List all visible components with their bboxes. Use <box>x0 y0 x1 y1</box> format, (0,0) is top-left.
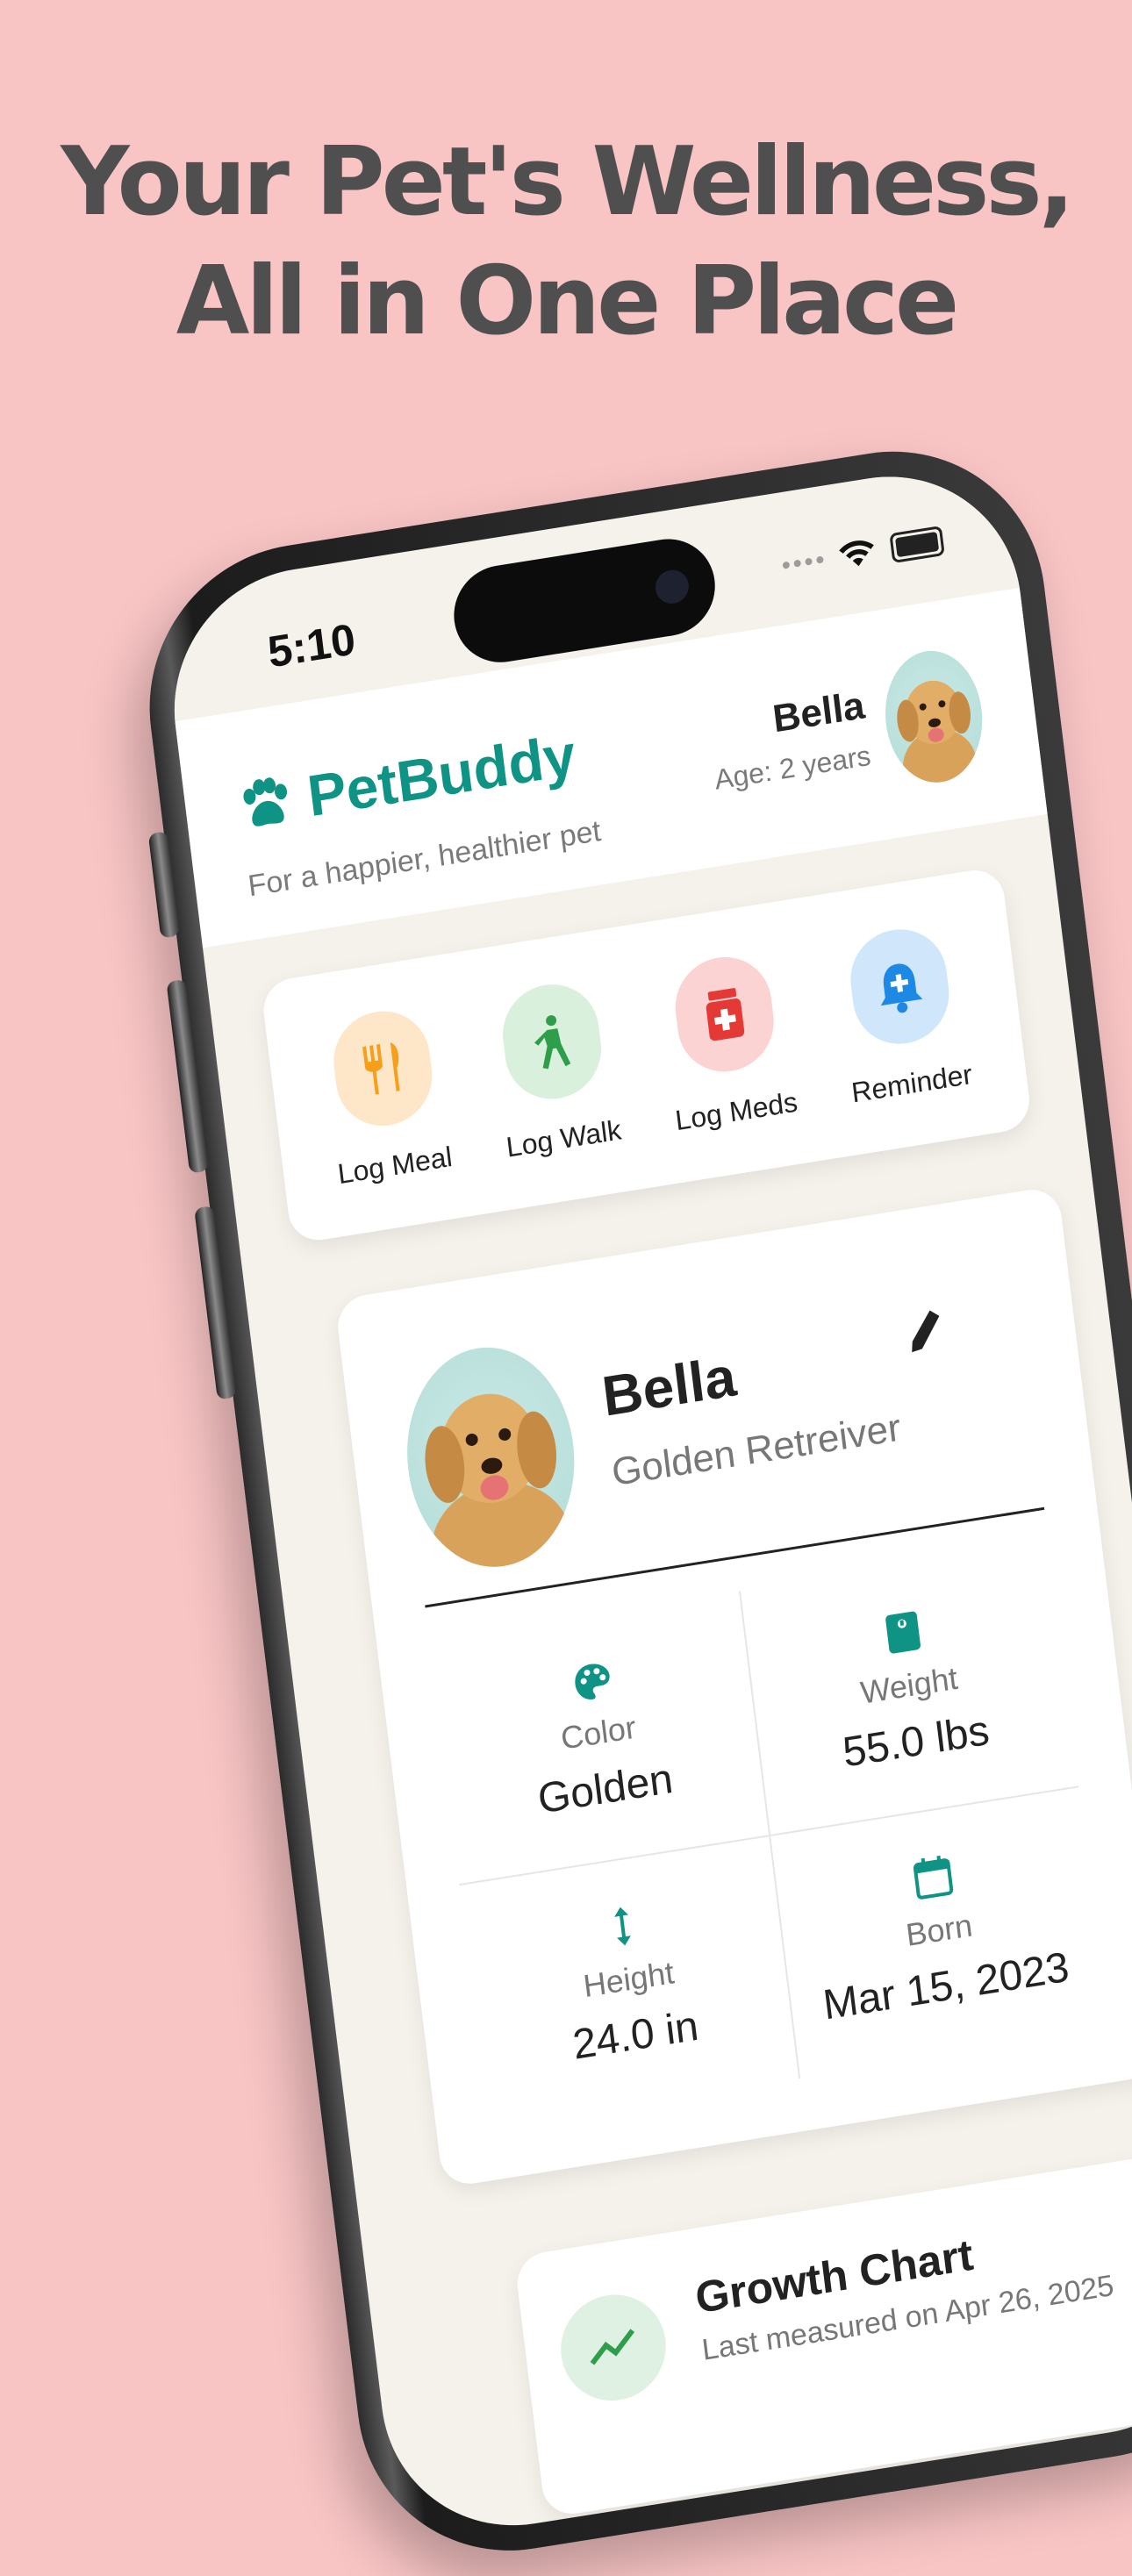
phone-screen: 5:10 PetBuddy For a happier, healthier p… <box>159 456 1132 2545</box>
pencil-icon <box>912 1310 940 1353</box>
pet-stats-grid: Color Golden Weight 55.0 lbs Height 24.0… <box>429 1542 1108 2129</box>
log-meal-label: Log Meal <box>335 1140 455 1190</box>
phone-mockup: 5:10 PetBuddy For a happier, healthier p… <box>0 0 1132 2573</box>
battery-icon <box>889 525 945 564</box>
stat-weight-label: Weight <box>858 1659 960 1711</box>
growth-chart-card[interactable]: Growth Chart Last measured on Apr 26, 20… <box>513 2149 1132 2519</box>
stat-color: Color Golden <box>429 1591 769 1884</box>
stat-height-label: Height <box>581 1953 677 2004</box>
log-meds-icon-bg <box>670 949 779 1078</box>
pet-avatar-large <box>395 1335 587 1579</box>
reminder-button[interactable]: Reminder <box>833 920 974 1109</box>
camera-icon <box>653 567 691 606</box>
stat-color-value: Golden <box>535 1755 676 1823</box>
stat-color-label: Color <box>558 1708 638 1757</box>
edit-profile-button[interactable] <box>896 1300 955 1361</box>
paw-icon <box>243 777 288 826</box>
log-walk-icon-bg <box>497 977 607 1106</box>
reminder-label: Reminder <box>849 1057 974 1108</box>
header-pet-age: Age: 2 years <box>713 739 873 796</box>
walking-person-icon <box>534 1014 571 1069</box>
stat-height: Height 24.0 in <box>459 1835 799 2129</box>
wifi-icon <box>839 540 874 567</box>
log-meds-label: Log Meds <box>673 1084 799 1136</box>
stat-born: Born Mar 15, 2023 <box>769 1785 1108 2079</box>
app-name: PetBuddy <box>304 721 579 829</box>
pet-switcher[interactable]: Bella Age: 2 years <box>703 643 990 818</box>
log-walk-label: Log Walk <box>504 1113 623 1163</box>
pet-avatar-small <box>878 643 990 790</box>
vertical-arrows-icon <box>613 1907 631 1945</box>
pet-profile-card: Bella Golden Retreiver Color Golden Weig… <box>334 1185 1132 2188</box>
status-icons <box>781 525 945 581</box>
status-time: 5:10 <box>265 614 358 677</box>
trend-up-icon <box>590 2329 635 2365</box>
signal-icon <box>782 555 824 569</box>
scale-icon <box>885 1611 921 1654</box>
header-pet-name: Bella <box>770 683 867 741</box>
phone-frame: 5:10 PetBuddy For a happier, healthier p… <box>132 428 1132 2573</box>
log-meds-button[interactable]: Log Meds <box>656 948 799 1137</box>
stat-born-label: Born <box>904 1906 975 1953</box>
phone-volume-down-button <box>194 1205 237 1400</box>
quick-actions-card: Log Meal Log Walk Log Meds Reminder <box>260 865 1034 1245</box>
brand: PetBuddy <box>234 721 579 841</box>
bell-icon <box>881 962 923 1013</box>
growth-icon-bg <box>555 2286 672 2408</box>
stat-born-value: Mar 15, 2023 <box>820 1943 1072 2029</box>
log-meal-icon-bg <box>328 1004 438 1133</box>
calendar-icon <box>913 1855 953 1900</box>
medicine-bottle-icon <box>706 987 745 1041</box>
stat-height-value: 24.0 in <box>570 2002 701 2069</box>
log-walk-button[interactable]: Log Walk <box>488 976 623 1163</box>
log-meal-button[interactable]: Log Meal <box>319 1002 454 1190</box>
profile-pet-name: Bella <box>598 1344 740 1428</box>
palette-icon <box>574 1664 610 1699</box>
phone-action-button <box>147 831 181 939</box>
stat-weight: Weight 55.0 lbs <box>738 1542 1078 1835</box>
reminder-icon-bg <box>845 921 955 1051</box>
phone-volume-up-button <box>166 978 210 1174</box>
fork-knife-icon <box>362 1041 400 1094</box>
stat-weight-value: 55.0 lbs <box>840 1707 992 1777</box>
